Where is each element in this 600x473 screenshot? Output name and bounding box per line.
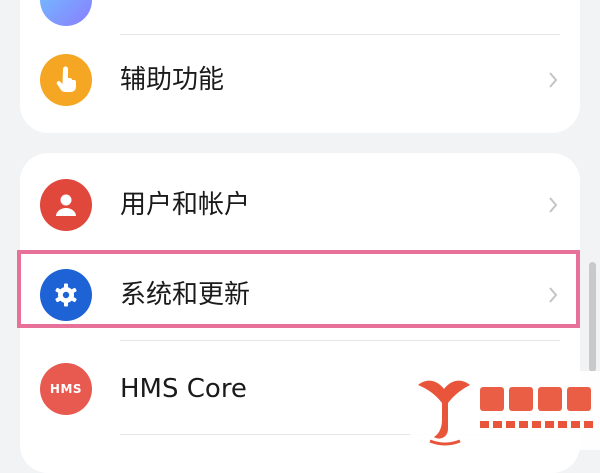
person-icon xyxy=(40,179,92,231)
accessibility-label: 辅助功能 xyxy=(120,65,225,95)
chevron-right-icon xyxy=(549,197,558,213)
partial-app-icon xyxy=(40,0,92,26)
chevron-right-icon xyxy=(549,72,558,88)
settings-card-top: 辅助功能 xyxy=(20,0,580,133)
settings-row-users-accounts[interactable]: 用户和帐户 xyxy=(20,160,580,250)
settings-row-accessibility[interactable]: 辅助功能 xyxy=(20,35,580,125)
scrollbar[interactable] xyxy=(589,262,596,372)
divider xyxy=(120,340,560,341)
users-accounts-label: 用户和帐户 xyxy=(120,190,251,220)
hms-icon-text: HMS xyxy=(49,382,83,396)
watermark-logo xyxy=(410,371,600,450)
whale-tail-icon xyxy=(418,380,593,446)
highlight-frame xyxy=(17,250,580,328)
hms-core-label: HMS Core xyxy=(120,374,247,404)
hand-pointer-icon xyxy=(40,54,92,106)
hms-icon: HMS xyxy=(40,363,92,415)
